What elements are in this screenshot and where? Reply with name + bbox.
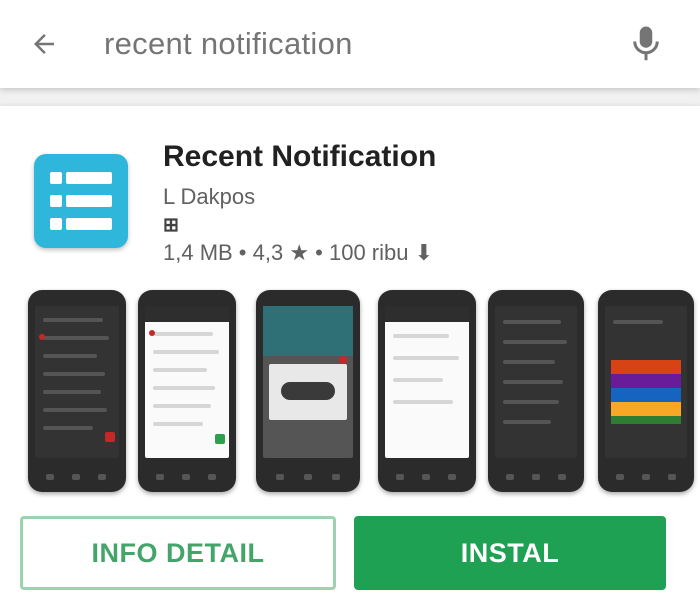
screenshot-carousel[interactable]: [0, 290, 700, 500]
info-detail-button[interactable]: INFO DETAIL: [20, 516, 336, 590]
app-result-card[interactable]: Recent Notification L Dakpos ⊞ 1,4 MB • …: [0, 106, 700, 615]
screenshot-2[interactable]: [138, 290, 236, 492]
search-input[interactable]: recent notification: [104, 26, 353, 62]
microphone-icon[interactable]: [624, 20, 668, 68]
app-title[interactable]: Recent Notification: [163, 140, 436, 174]
screenshot-1[interactable]: [28, 290, 126, 492]
list-icon[interactable]: [34, 154, 128, 248]
back-arrow-icon[interactable]: [22, 22, 66, 66]
screenshot-5[interactable]: [488, 290, 584, 492]
app-developer: L Dakpos: [163, 184, 256, 209]
screenshot-4[interactable]: [378, 290, 476, 492]
search-bar: recent notification: [0, 0, 700, 88]
screenshot-6[interactable]: [598, 290, 694, 492]
install-button[interactable]: INSTAL: [354, 516, 666, 590]
screenshot-3[interactable]: [256, 290, 360, 492]
app-meta-info: 1,4 MB • 4,3 ★ • 100 ribu ⬇: [163, 240, 434, 265]
content-rating-badge: ⊞: [163, 215, 179, 236]
